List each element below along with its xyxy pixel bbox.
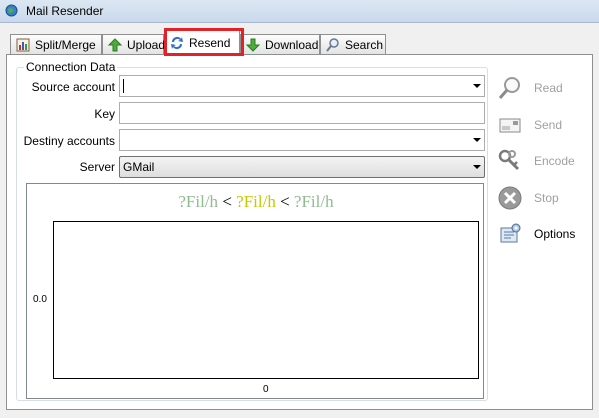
tab-label: Search [345,37,384,52]
stop-icon [496,184,524,212]
server-label: Server [79,160,115,174]
tab-label: Download [265,37,319,52]
tab-search[interactable]: Search [320,34,386,54]
destiny-accounts-label: Destiny accounts [23,134,115,148]
server-value: GMail [123,160,155,174]
server-select[interactable]: GMail [119,156,485,178]
split-merge-icon [15,37,31,53]
tab-split-merge[interactable]: Split/Merge [10,34,102,54]
key-input[interactable] [119,102,485,124]
read-label: Read [534,81,563,95]
envelope-icon [496,111,524,139]
chart-title-segment: ?Fil/h [236,192,276,211]
chart-title-segment: < [218,192,237,211]
destiny-accounts-combo[interactable] [119,129,485,151]
chart-title-segment: ?Fil/h [293,192,334,211]
upload-arrow-icon [107,37,123,53]
chart-title: ?Fil/h < ?Fil/h < ?Fil/h [27,192,485,212]
stop-button[interactable]: Stop [496,184,559,212]
resend-tab-highlight [164,28,244,56]
read-button[interactable]: Read [496,74,563,102]
chevron-down-icon[interactable] [473,138,481,142]
source-account-label: Source account [31,80,115,94]
source-account-combo[interactable] [119,75,485,97]
tab-label: Upload [127,37,166,52]
keys-icon [496,147,524,175]
tab-label: Split/Merge [35,37,96,52]
connection-data-title: Connection Data [24,60,118,74]
stop-label: Stop [534,191,559,205]
chevron-down-icon[interactable] [473,165,481,169]
throughput-chart: ?Fil/h < ?Fil/h < ?Fil/h 0.0 0 [26,183,484,399]
tab-download[interactable]: Download [240,34,320,54]
chevron-down-icon[interactable] [473,84,481,88]
y-tick-label: 0.0 [33,294,47,305]
app-globe-icon [5,4,18,17]
send-button[interactable]: Send [496,111,562,139]
key-label: Key [94,107,115,121]
window-title: Mail Resender [26,4,104,18]
options-icon [496,220,524,248]
tab-upload[interactable]: Upload [102,34,166,54]
options-label: Options [534,227,576,241]
chart-plot-area [53,221,479,379]
encode-label: Encode [534,154,575,168]
encode-button[interactable]: Encode [496,147,575,175]
send-label: Send [534,118,563,132]
download-arrow-icon [245,37,261,53]
options-button[interactable]: Options [496,220,575,248]
title-bar: Mail Resender [0,0,599,23]
magnifier-icon [496,74,524,102]
chart-title-segment: < [275,192,294,211]
chart-title-segment: ?Fil/h [178,192,219,211]
x-tick-label: 0 [263,384,269,395]
text-caret [123,79,124,93]
search-icon [325,37,341,53]
